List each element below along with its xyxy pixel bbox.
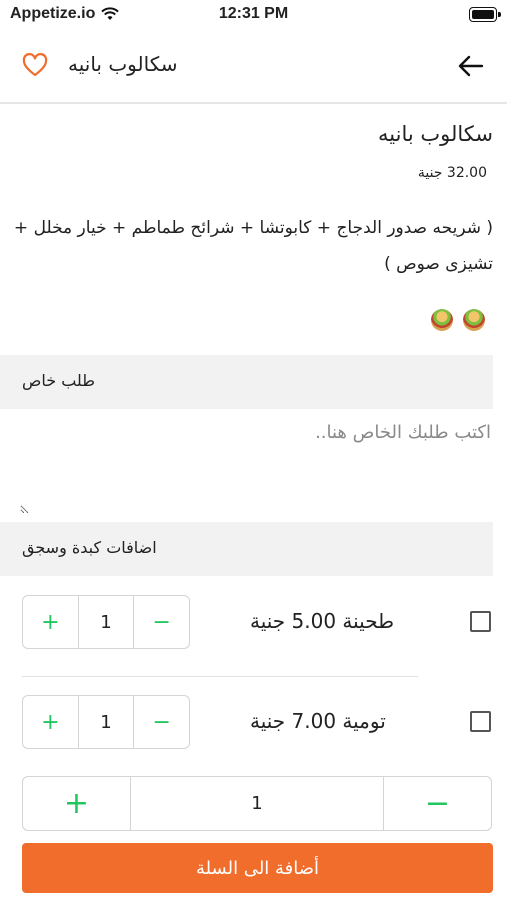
addon-checkbox[interactable] (470, 611, 491, 632)
nav-bar: سكالوب بانيه (0, 32, 507, 104)
addon-minus-button[interactable]: − (133, 596, 189, 648)
divider (22, 676, 418, 677)
product-emojis (431, 309, 485, 331)
battery-icon (469, 7, 501, 22)
addon-quantity-value: 1 (77, 696, 134, 748)
page-title: سكالوب بانيه (68, 52, 178, 76)
burger-emoji-icon (431, 309, 453, 331)
product-price: 32.00 جنية (417, 165, 487, 181)
addon-quantity-stepper: + 1 − (22, 595, 190, 649)
add-to-cart-button[interactable]: أضافة الى السلة (22, 843, 493, 893)
addon-row: + 1 − طحينة 5.00 جنية (0, 595, 507, 655)
addon-plus-button[interactable]: + (23, 696, 78, 748)
addon-name-price: تومية 7.00 جنية (250, 709, 386, 733)
status-bar: Appetize.io 12:31 PM (0, 0, 507, 32)
special-request-label: طلب خاص (22, 371, 95, 390)
addons-header: اضافات كبدة وسجق (0, 522, 493, 576)
special-request-input[interactable] (20, 420, 493, 514)
addon-quantity-stepper: + 1 − (22, 695, 190, 749)
addons-label: اضافات كبدة وسجق (22, 538, 157, 557)
addon-name-price: طحينة 5.00 جنية (250, 609, 395, 633)
item-quantity-stepper: + 1 − (22, 776, 492, 831)
addon-quantity-value: 1 (77, 596, 134, 648)
addon-row: + 1 − تومية 7.00 جنية (0, 695, 507, 755)
special-request-header: طلب خاص (0, 355, 493, 409)
addon-minus-button[interactable]: − (133, 696, 189, 748)
addon-plus-button[interactable]: + (23, 596, 78, 648)
quantity-minus-button[interactable]: − (384, 777, 491, 830)
favorite-heart-icon[interactable] (22, 53, 48, 77)
quantity-value: 1 (130, 777, 384, 830)
product-name: سكالوب بانيه (378, 122, 493, 146)
product-description: ( شريحه صدور الدجاج + كابوتشا + شرائح طم… (13, 218, 493, 274)
clock: 12:31 PM (218, 5, 289, 22)
burger-emoji-icon (463, 309, 485, 331)
back-arrow-icon[interactable] (457, 52, 485, 80)
quantity-plus-button[interactable]: + (23, 777, 130, 830)
addon-checkbox[interactable] (470, 711, 491, 732)
